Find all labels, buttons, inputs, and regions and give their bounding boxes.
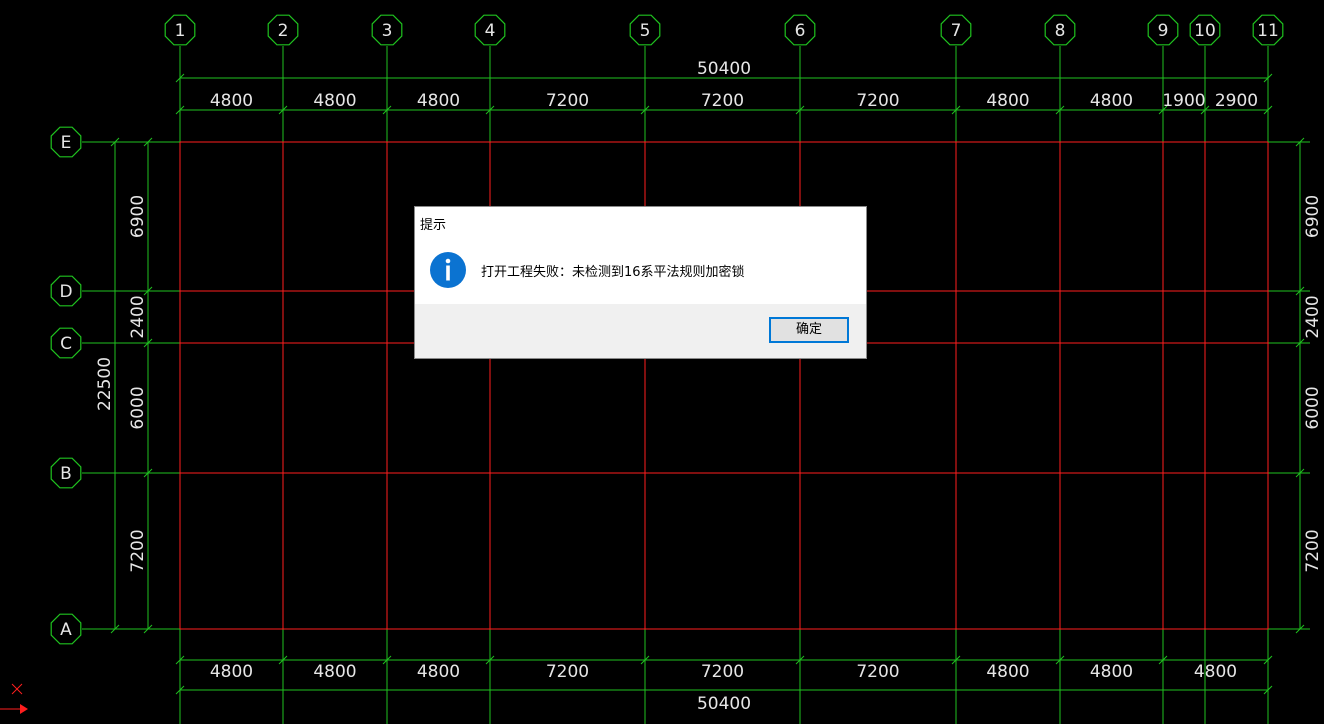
row-axis-label: D	[59, 282, 72, 302]
left-span-dimension-label: 7200	[128, 529, 148, 572]
column-axis-label: 4	[485, 21, 496, 41]
bottom-span-dimension-label: 4800	[1090, 662, 1133, 682]
bottom-span-dimension-label: 7200	[546, 662, 589, 682]
dialog-message: 打开工程失败：未检测到16系平法规则加密锁	[481, 265, 745, 280]
top-span-dimension-label: 7200	[856, 91, 899, 111]
dialog-titlebar[interactable]: 提示	[415, 207, 866, 237]
bottom-total-dimension-label: 50400	[697, 694, 751, 714]
bottom-span-dimension-label: 4800	[417, 662, 460, 682]
top-span-dimension-label: 7200	[701, 91, 744, 111]
row-axis-label: B	[60, 464, 72, 484]
right-span-dimension-label: 6000	[1303, 386, 1323, 429]
row-axis-label: C	[60, 334, 72, 354]
column-axis-label: 11	[1257, 21, 1279, 41]
bottom-span-dimension-label: 4800	[986, 662, 1029, 682]
left-span-dimension-label: 2400	[128, 295, 148, 338]
right-span-dimension-label: 6900	[1303, 195, 1323, 238]
right-span-dimension-label: 2400	[1303, 295, 1323, 338]
row-axis-label: E	[61, 133, 72, 153]
ucs-arrow-icon	[20, 704, 28, 714]
ok-button[interactable]: 确定	[769, 317, 849, 343]
row-axis-label: A	[60, 620, 72, 640]
column-axis-label: 10	[1194, 21, 1216, 41]
bottom-span-dimension-label: 4800	[1194, 662, 1237, 682]
dialog-body: 打开工程失败：未检测到16系平法规则加密锁	[415, 237, 866, 304]
left-span-dimension-label: 6000	[128, 386, 148, 429]
right-span-dimension-label: 7200	[1303, 529, 1323, 572]
info-icon	[430, 252, 466, 288]
top-span-dimension-label: 2900	[1215, 91, 1258, 111]
bottom-span-dimension-label: 4800	[210, 662, 253, 682]
dialog-title: 提示	[420, 218, 447, 233]
column-axis-label: 1	[175, 21, 186, 41]
column-axis-label: 5	[640, 21, 651, 41]
message-dialog: 提示 打开工程失败：未检测到16系平法规则加密锁 确定	[415, 207, 866, 358]
top-span-dimension-label: 4800	[986, 91, 1029, 111]
bottom-span-dimension-label: 4800	[313, 662, 356, 682]
top-span-dimension-label: 4800	[1090, 91, 1133, 111]
cad-drawing-canvas[interactable]: 50400 4800 4800 4800 7200 7200 7200 4800 4800 190…	[0, 0, 1324, 724]
column-axis-label: 7	[951, 21, 962, 41]
column-axis-label: 9	[1158, 21, 1169, 41]
bottom-span-dimension-label: 7200	[701, 662, 744, 682]
dialog-footer: 确定	[415, 304, 866, 358]
top-total-dimension-label: 50400	[697, 59, 751, 79]
column-axis-label: 2	[278, 21, 289, 41]
bottom-span-dimension-label: 7200	[856, 662, 899, 682]
top-span-dimension-label: 4800	[313, 91, 356, 111]
left-span-dimension-label: 6900	[128, 195, 148, 238]
left-total-dimension-label: 22500	[95, 357, 115, 411]
top-span-dimension-label: 7200	[546, 91, 589, 111]
top-span-dimension-label: 4800	[417, 91, 460, 111]
top-span-dimension-label: 1900	[1162, 91, 1205, 111]
top-span-dimension-label: 4800	[210, 91, 253, 111]
column-axis-label: 8	[1055, 21, 1066, 41]
column-axis-label: 6	[795, 21, 806, 41]
column-axis-label: 3	[382, 21, 393, 41]
